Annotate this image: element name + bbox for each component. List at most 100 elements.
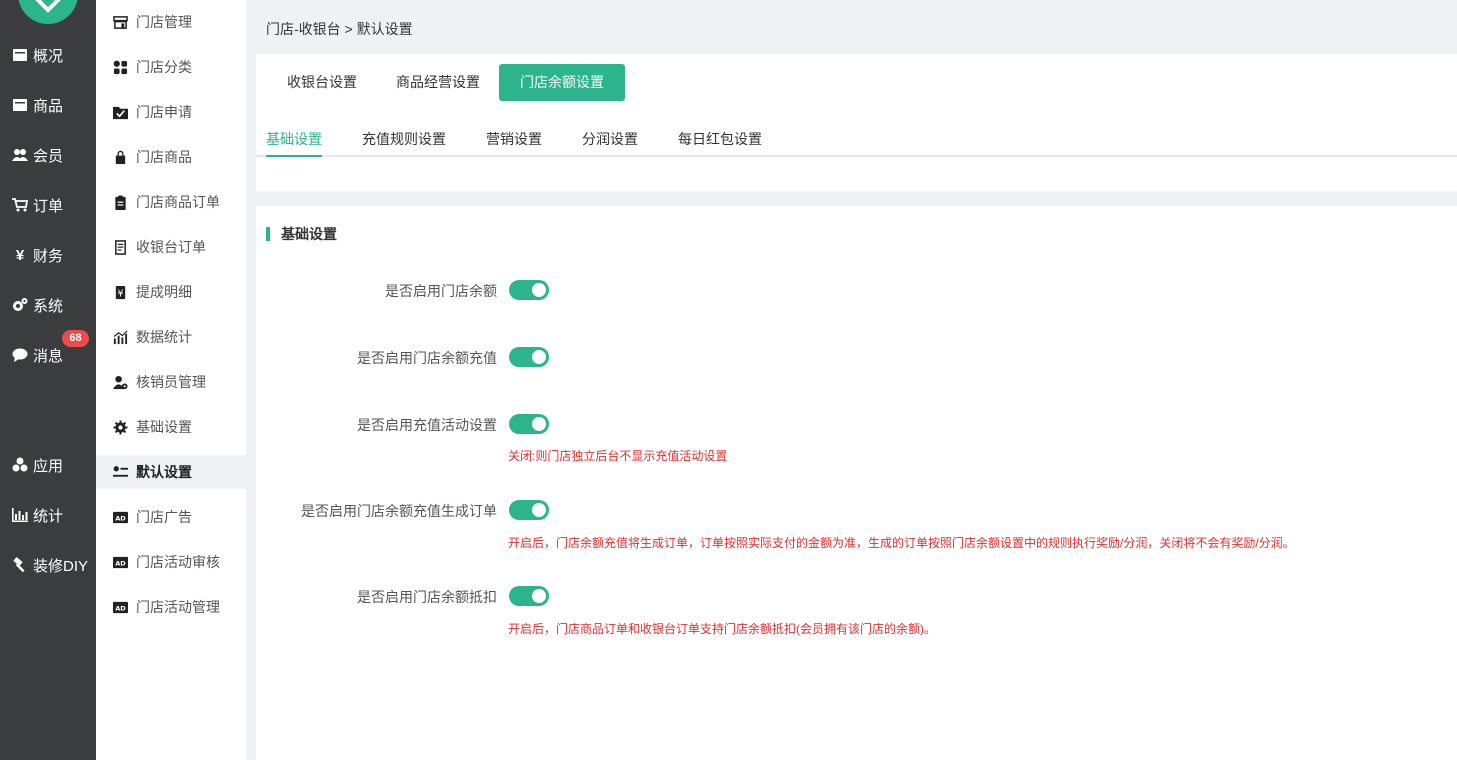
svg-text:AD: AD — [115, 604, 126, 612]
sidebar-item-label: 系统 — [33, 297, 64, 315]
sidebar-item-decoration[interactable]: 装修DIY — [0, 550, 96, 580]
settings-form-card: 基础设置 是否启用门店余额 是否启用门店余额充值 是否启用充值活动设置 关闭:则… — [256, 206, 1457, 760]
sidebar-item-label: 会员 — [33, 147, 64, 165]
grid-icon — [112, 59, 128, 75]
subtab-basic-settings[interactable]: 基础设置 — [266, 129, 322, 157]
subnav-item-label: 门店广告 — [136, 509, 192, 525]
subtab-bar: 基础设置 充值规则设置 营销设置 分润设置 每日红包设置 — [256, 124, 1457, 157]
balance-recharge-toggle[interactable] — [509, 347, 549, 367]
setting-hint: 关闭:则门店独立后台不显示充值活动设置 — [508, 449, 728, 463]
subnav-item-label: 门店申请 — [136, 104, 192, 120]
sidebar-item-label: 财务 — [33, 247, 64, 265]
subnav-item-label: 核销员管理 — [136, 374, 206, 390]
subnav-item-label: 门店分类 — [136, 59, 192, 75]
subnav-item-data-stats[interactable]: 数据统计 — [96, 320, 246, 354]
setting-label: 是否启用门店余额 — [385, 283, 497, 299]
primary-sidebar: 概况 商品 会员 订单 ¥ 财务 系统 消息 68 应用 统计 装修DIY — [0, 0, 96, 760]
subnav-item-store-category[interactable]: 门店分类 — [96, 50, 246, 84]
box-icon — [12, 97, 28, 113]
chat-icon — [12, 347, 28, 363]
subnav-item-basic-settings[interactable]: 基础设置 — [96, 410, 246, 444]
recharge-order-toggle[interactable] — [509, 500, 549, 520]
message-count-badge: 68 — [62, 330, 89, 347]
ad-icon: AD — [112, 509, 128, 525]
balance-deduction-toggle[interactable] — [509, 586, 549, 606]
subnav-item-label: 数据统计 — [136, 329, 192, 345]
sidebar-item-label: 装修DIY — [33, 557, 89, 575]
subnav-item-verifier-management[interactable]: 核销员管理 — [96, 365, 246, 399]
recharge-activity-toggle[interactable] — [509, 414, 549, 434]
subnav-item-label: 默认设置 — [136, 464, 192, 480]
svg-text:AD: AD — [115, 514, 126, 522]
subnav-item-store-management[interactable]: 门店管理 — [96, 5, 246, 39]
subtab-profit-sharing[interactable]: 分润设置 — [582, 129, 638, 157]
sidebar-item-apps[interactable]: 应用 — [0, 450, 96, 480]
subnav-item-commission-details[interactable]: ¥ 提成明细 — [96, 275, 246, 309]
secondary-sidebar: 门店管理 门店分类 门店申请 门店商品 门店商品订单 收银台订单 ¥ 提成明细 … — [96, 0, 246, 760]
ad-icon: AD — [112, 554, 128, 570]
subnav-item-default-settings[interactable]: 默认设置 — [96, 455, 246, 489]
subnav-item-label: 门店商品 — [136, 149, 192, 165]
sidebar-item-label: 消息 — [33, 347, 64, 365]
setting-label: 是否启用门店余额充值生成订单 — [301, 503, 497, 519]
setting-label: 是否启用充值活动设置 — [357, 417, 497, 433]
tab-goods-operation-settings[interactable]: 商品经营设置 — [375, 64, 501, 101]
subnav-item-label: 门店管理 — [136, 14, 192, 30]
subnav-item-label: 门店活动管理 — [136, 599, 220, 615]
subtab-recharge-rules[interactable]: 充值规则设置 — [362, 129, 446, 157]
subnav-item-label: 门店活动审核 — [136, 554, 220, 570]
subnav-item-store-goods-orders[interactable]: 门店商品订单 — [96, 185, 246, 219]
cubes-icon — [12, 457, 28, 473]
sidebar-item-goods[interactable]: 商品 — [0, 90, 96, 120]
sidebar-item-label: 订单 — [33, 197, 64, 215]
sidebar-item-finance[interactable]: ¥ 财务 — [0, 240, 96, 270]
setting-hint: 开启后，门店余额充值将生成订单，订单按照实际支付的金额为准，生成的订单按照门店余… — [508, 536, 1295, 550]
receipt-icon — [112, 239, 128, 255]
sliders-icon — [112, 464, 128, 480]
subnav-item-store-activity-review[interactable]: AD 门店活动审核 — [96, 545, 246, 579]
subnav-item-label: 门店商品订单 — [136, 194, 220, 210]
subnav-item-label: 收银台订单 — [136, 239, 206, 255]
sidebar-item-overview[interactable]: 概况 — [0, 40, 96, 70]
subtab-daily-red-packet[interactable]: 每日红包设置 — [678, 129, 762, 157]
sidebar-item-system[interactable]: 系统 — [0, 290, 96, 320]
subnav-item-store-application[interactable]: 门店申请 — [96, 95, 246, 129]
hammer-icon — [12, 557, 28, 573]
svg-text:AD: AD — [115, 559, 126, 567]
section-title: 基础设置 — [266, 227, 337, 241]
gears-icon — [12, 297, 28, 313]
setting-label: 是否启用门店余额抵扣 — [357, 589, 497, 605]
subnav-item-store-activity-management[interactable]: AD 门店活动管理 — [96, 590, 246, 624]
clipboard-icon — [112, 194, 128, 210]
users-icon — [12, 147, 28, 163]
svg-text:¥: ¥ — [117, 288, 123, 299]
bag-icon — [112, 149, 128, 165]
subnav-item-store-ads[interactable]: AD 门店广告 — [96, 500, 246, 534]
sidebar-item-members[interactable]: 会员 — [0, 140, 96, 170]
tab-cashier-settings[interactable]: 收银台设置 — [266, 64, 378, 101]
stats-icon — [112, 329, 128, 345]
subnav-item-label: 基础设置 — [136, 419, 192, 435]
sidebar-item-label: 统计 — [33, 507, 64, 525]
sidebar-item-orders[interactable]: 订单 — [0, 190, 96, 220]
settings-tabs-card: 收银台设置 商品经营设置 门店余额设置 基础设置 充值规则设置 营销设置 分润设… — [256, 54, 1457, 191]
subnav-item-cashier-orders[interactable]: 收银台订单 — [96, 230, 246, 264]
store-balance-toggle[interactable] — [509, 280, 549, 300]
subtab-marketing-settings[interactable]: 营销设置 — [486, 129, 542, 157]
cart-icon — [12, 197, 28, 213]
checkmark-icon — [35, 0, 61, 13]
yen-icon: ¥ — [15, 246, 25, 264]
subnav-item-store-goods[interactable]: 门店商品 — [96, 140, 246, 174]
logo[interactable] — [18, 0, 78, 24]
tab-store-balance-settings[interactable]: 门店余额设置 — [499, 64, 625, 101]
folder-check-icon — [112, 104, 128, 120]
gear-icon — [112, 419, 128, 435]
setting-label: 是否启用门店余额充值 — [357, 350, 497, 366]
sidebar-item-stats[interactable]: 统计 — [0, 500, 96, 530]
subnav-item-label: 提成明细 — [136, 284, 192, 300]
user-cog-icon — [112, 374, 128, 390]
setting-hint: 开启后，门店商品订单和收银台订单支持门店余额抵扣(会员拥有该门店的余额)。 — [508, 622, 936, 636]
sidebar-item-label: 应用 — [33, 457, 64, 475]
sidebar-item-label: 概况 — [33, 47, 64, 65]
bar-chart-icon — [12, 507, 28, 523]
